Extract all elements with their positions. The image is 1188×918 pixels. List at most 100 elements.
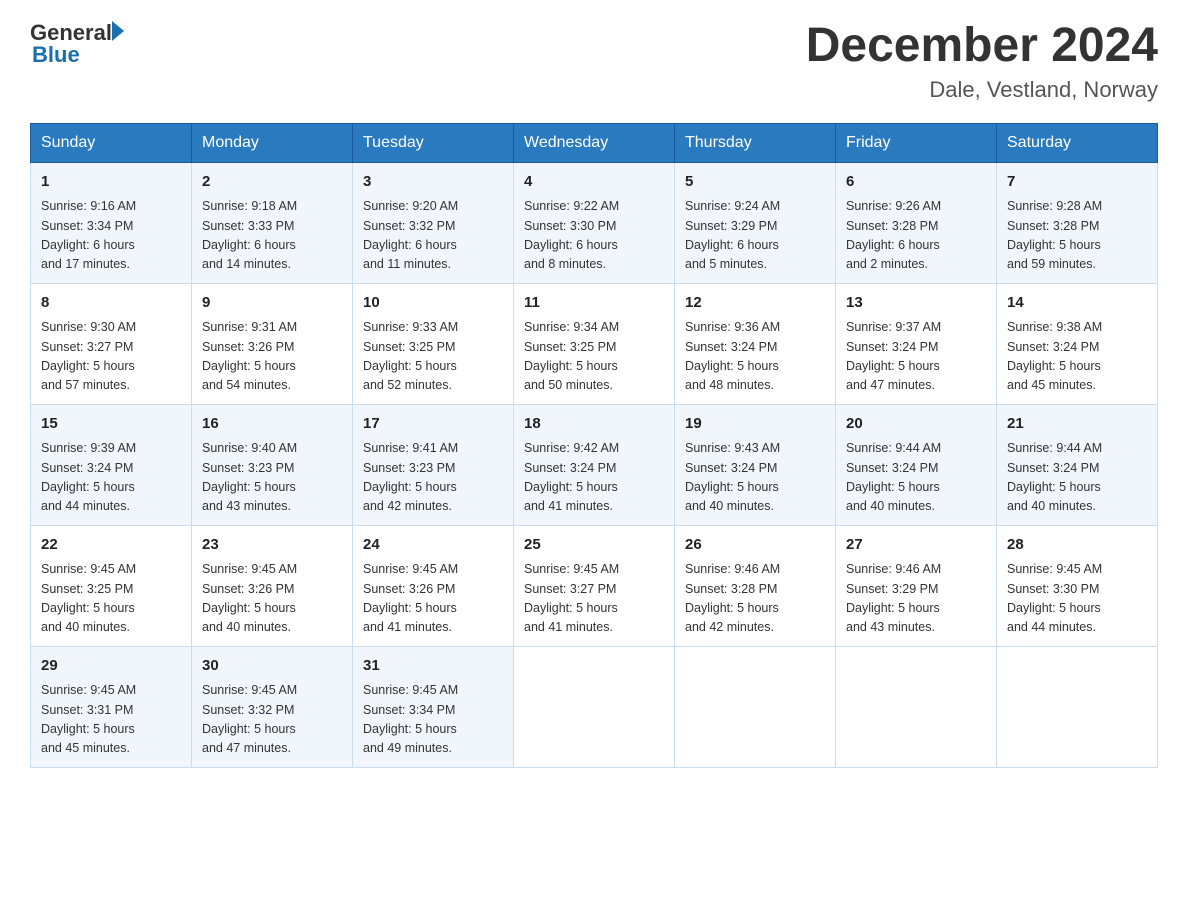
day-info: Sunrise: 9:41 AMSunset: 3:23 PMDaylight:… <box>363 439 503 517</box>
day-number: 18 <box>524 413 664 436</box>
day-info: Sunrise: 9:44 AMSunset: 3:24 PMDaylight:… <box>1007 439 1147 517</box>
day-info: Sunrise: 9:42 AMSunset: 3:24 PMDaylight:… <box>524 439 664 517</box>
calendar-day-cell: 26 Sunrise: 9:46 AMSunset: 3:28 PMDayligh… <box>675 525 836 646</box>
calendar-day-cell: 25 Sunrise: 9:45 AMSunset: 3:27 PMDayligh… <box>514 525 675 646</box>
calendar-day-cell: 23 Sunrise: 9:45 AMSunset: 3:26 PMDayligh… <box>192 525 353 646</box>
day-info: Sunrise: 9:28 AMSunset: 3:28 PMDaylight:… <box>1007 197 1147 275</box>
calendar-day-cell <box>514 646 675 767</box>
calendar-week-row: 8 Sunrise: 9:30 AMSunset: 3:27 PMDaylight… <box>31 283 1158 404</box>
calendar-day-cell: 20Sunrise: 9:44 AMSunset: 3:24 PMDayligh… <box>836 404 997 525</box>
day-info: Sunrise: 9:20 AMSunset: 3:32 PMDaylight:… <box>363 197 503 275</box>
day-number: 12 <box>685 292 825 315</box>
calendar-week-row: 1 Sunrise: 9:16 AMSunset: 3:34 PMDaylight… <box>31 162 1158 283</box>
day-number: 22 <box>41 534 181 557</box>
day-number: 20 <box>846 413 986 436</box>
day-number: 16 <box>202 413 342 436</box>
calendar-day-cell: 16Sunrise: 9:40 AMSunset: 3:23 PMDayligh… <box>192 404 353 525</box>
calendar-header-tuesday: Tuesday <box>353 123 514 162</box>
calendar-day-cell: 10 Sunrise: 9:33 AMSunset: 3:25 PMDayligh… <box>353 283 514 404</box>
day-info: Sunrise: 9:46 AMSunset: 3:29 PMDaylight:… <box>846 560 986 638</box>
logo-blue-text: Blue <box>32 42 80 68</box>
day-info: Sunrise: 9:16 AMSunset: 3:34 PMDaylight:… <box>41 197 181 275</box>
calendar-day-cell: 8 Sunrise: 9:30 AMSunset: 3:27 PMDaylight… <box>31 283 192 404</box>
day-info: Sunrise: 9:43 AMSunset: 3:24 PMDaylight:… <box>685 439 825 517</box>
day-info: Sunrise: 9:45 AMSunset: 3:27 PMDaylight:… <box>524 560 664 638</box>
day-number: 23 <box>202 534 342 557</box>
calendar-day-cell: 29 Sunrise: 9:45 AMSunset: 3:31 PMDayligh… <box>31 646 192 767</box>
calendar-week-row: 29 Sunrise: 9:45 AMSunset: 3:31 PMDayligh… <box>31 646 1158 767</box>
calendar-day-cell: 27 Sunrise: 9:46 AMSunset: 3:29 PMDayligh… <box>836 525 997 646</box>
calendar-header-saturday: Saturday <box>997 123 1158 162</box>
calendar-day-cell: 22 Sunrise: 9:45 AMSunset: 3:25 PMDayligh… <box>31 525 192 646</box>
day-info: Sunrise: 9:33 AMSunset: 3:25 PMDaylight:… <box>363 318 503 396</box>
page-header: General Blue December 2024 Dale, Vestlan… <box>30 20 1158 103</box>
calendar-header-thursday: Thursday <box>675 123 836 162</box>
day-info: Sunrise: 9:45 AMSunset: 3:30 PMDaylight:… <box>1007 560 1147 638</box>
day-info: Sunrise: 9:30 AMSunset: 3:27 PMDaylight:… <box>41 318 181 396</box>
day-info: Sunrise: 9:24 AMSunset: 3:29 PMDaylight:… <box>685 197 825 275</box>
day-info: Sunrise: 9:34 AMSunset: 3:25 PMDaylight:… <box>524 318 664 396</box>
title-area: December 2024 Dale, Vestland, Norway <box>806 20 1158 103</box>
calendar-day-cell: 3 Sunrise: 9:20 AMSunset: 3:32 PMDaylight… <box>353 162 514 283</box>
day-number: 11 <box>524 292 664 315</box>
calendar-table: SundayMondayTuesdayWednesdayThursdayFrid… <box>30 123 1158 768</box>
day-number: 27 <box>846 534 986 557</box>
calendar-day-cell: 17 Sunrise: 9:41 AMSunset: 3:23 PMDayligh… <box>353 404 514 525</box>
day-number: 10 <box>363 292 503 315</box>
day-info: Sunrise: 9:45 AMSunset: 3:26 PMDaylight:… <box>202 560 342 638</box>
calendar-header-friday: Friday <box>836 123 997 162</box>
day-number: 7 <box>1007 171 1147 194</box>
day-number: 26 <box>685 534 825 557</box>
calendar-week-row: 15 Sunrise: 9:39 AMSunset: 3:24 PMDayligh… <box>31 404 1158 525</box>
day-info: Sunrise: 9:45 AMSunset: 3:32 PMDaylight:… <box>202 681 342 759</box>
calendar-day-cell: 7 Sunrise: 9:28 AMSunset: 3:28 PMDaylight… <box>997 162 1158 283</box>
day-number: 28 <box>1007 534 1147 557</box>
calendar-day-cell: 15 Sunrise: 9:39 AMSunset: 3:24 PMDayligh… <box>31 404 192 525</box>
day-number: 13 <box>846 292 986 315</box>
calendar-day-cell: 21 Sunrise: 9:44 AMSunset: 3:24 PMDayligh… <box>997 404 1158 525</box>
day-info: Sunrise: 9:45 AMSunset: 3:25 PMDaylight:… <box>41 560 181 638</box>
day-number: 29 <box>41 655 181 678</box>
calendar-header-wednesday: Wednesday <box>514 123 675 162</box>
day-number: 4 <box>524 171 664 194</box>
day-number: 31 <box>363 655 503 678</box>
day-info: Sunrise: 9:39 AMSunset: 3:24 PMDaylight:… <box>41 439 181 517</box>
calendar-header-monday: Monday <box>192 123 353 162</box>
day-info: Sunrise: 9:45 AMSunset: 3:34 PMDaylight:… <box>363 681 503 759</box>
day-number: 30 <box>202 655 342 678</box>
calendar-day-cell: 4Sunrise: 9:22 AMSunset: 3:30 PMDaylight… <box>514 162 675 283</box>
day-number: 15 <box>41 413 181 436</box>
day-info: Sunrise: 9:46 AMSunset: 3:28 PMDaylight:… <box>685 560 825 638</box>
day-info: Sunrise: 9:45 AMSunset: 3:31 PMDaylight:… <box>41 681 181 759</box>
day-number: 6 <box>846 171 986 194</box>
month-title: December 2024 <box>806 20 1158 73</box>
day-number: 3 <box>363 171 503 194</box>
day-info: Sunrise: 9:31 AMSunset: 3:26 PMDaylight:… <box>202 318 342 396</box>
day-number: 17 <box>363 413 503 436</box>
calendar-day-cell: 31 Sunrise: 9:45 AMSunset: 3:34 PMDayligh… <box>353 646 514 767</box>
calendar-day-cell: 13Sunrise: 9:37 AMSunset: 3:24 PMDayligh… <box>836 283 997 404</box>
day-number: 5 <box>685 171 825 194</box>
day-number: 9 <box>202 292 342 315</box>
day-number: 1 <box>41 171 181 194</box>
calendar-day-cell <box>836 646 997 767</box>
calendar-header-row: SundayMondayTuesdayWednesdayThursdayFrid… <box>31 123 1158 162</box>
calendar-day-cell <box>997 646 1158 767</box>
calendar-week-row: 22 Sunrise: 9:45 AMSunset: 3:25 PMDayligh… <box>31 525 1158 646</box>
day-number: 25 <box>524 534 664 557</box>
calendar-day-cell: 11 Sunrise: 9:34 AMSunset: 3:25 PMDayligh… <box>514 283 675 404</box>
day-info: Sunrise: 9:26 AMSunset: 3:28 PMDaylight:… <box>846 197 986 275</box>
logo: General Blue <box>30 20 124 68</box>
day-number: 24 <box>363 534 503 557</box>
day-number: 2 <box>202 171 342 194</box>
calendar-day-cell: 9 Sunrise: 9:31 AMSunset: 3:26 PMDaylight… <box>192 283 353 404</box>
day-number: 8 <box>41 292 181 315</box>
day-info: Sunrise: 9:36 AMSunset: 3:24 PMDaylight:… <box>685 318 825 396</box>
day-number: 21 <box>1007 413 1147 436</box>
calendar-day-cell: 6 Sunrise: 9:26 AMSunset: 3:28 PMDaylight… <box>836 162 997 283</box>
location-subtitle: Dale, Vestland, Norway <box>806 77 1158 103</box>
calendar-day-cell: 1 Sunrise: 9:16 AMSunset: 3:34 PMDaylight… <box>31 162 192 283</box>
calendar-day-cell: 19Sunrise: 9:43 AMSunset: 3:24 PMDayligh… <box>675 404 836 525</box>
logo-arrow-icon <box>112 21 124 41</box>
day-number: 14 <box>1007 292 1147 315</box>
